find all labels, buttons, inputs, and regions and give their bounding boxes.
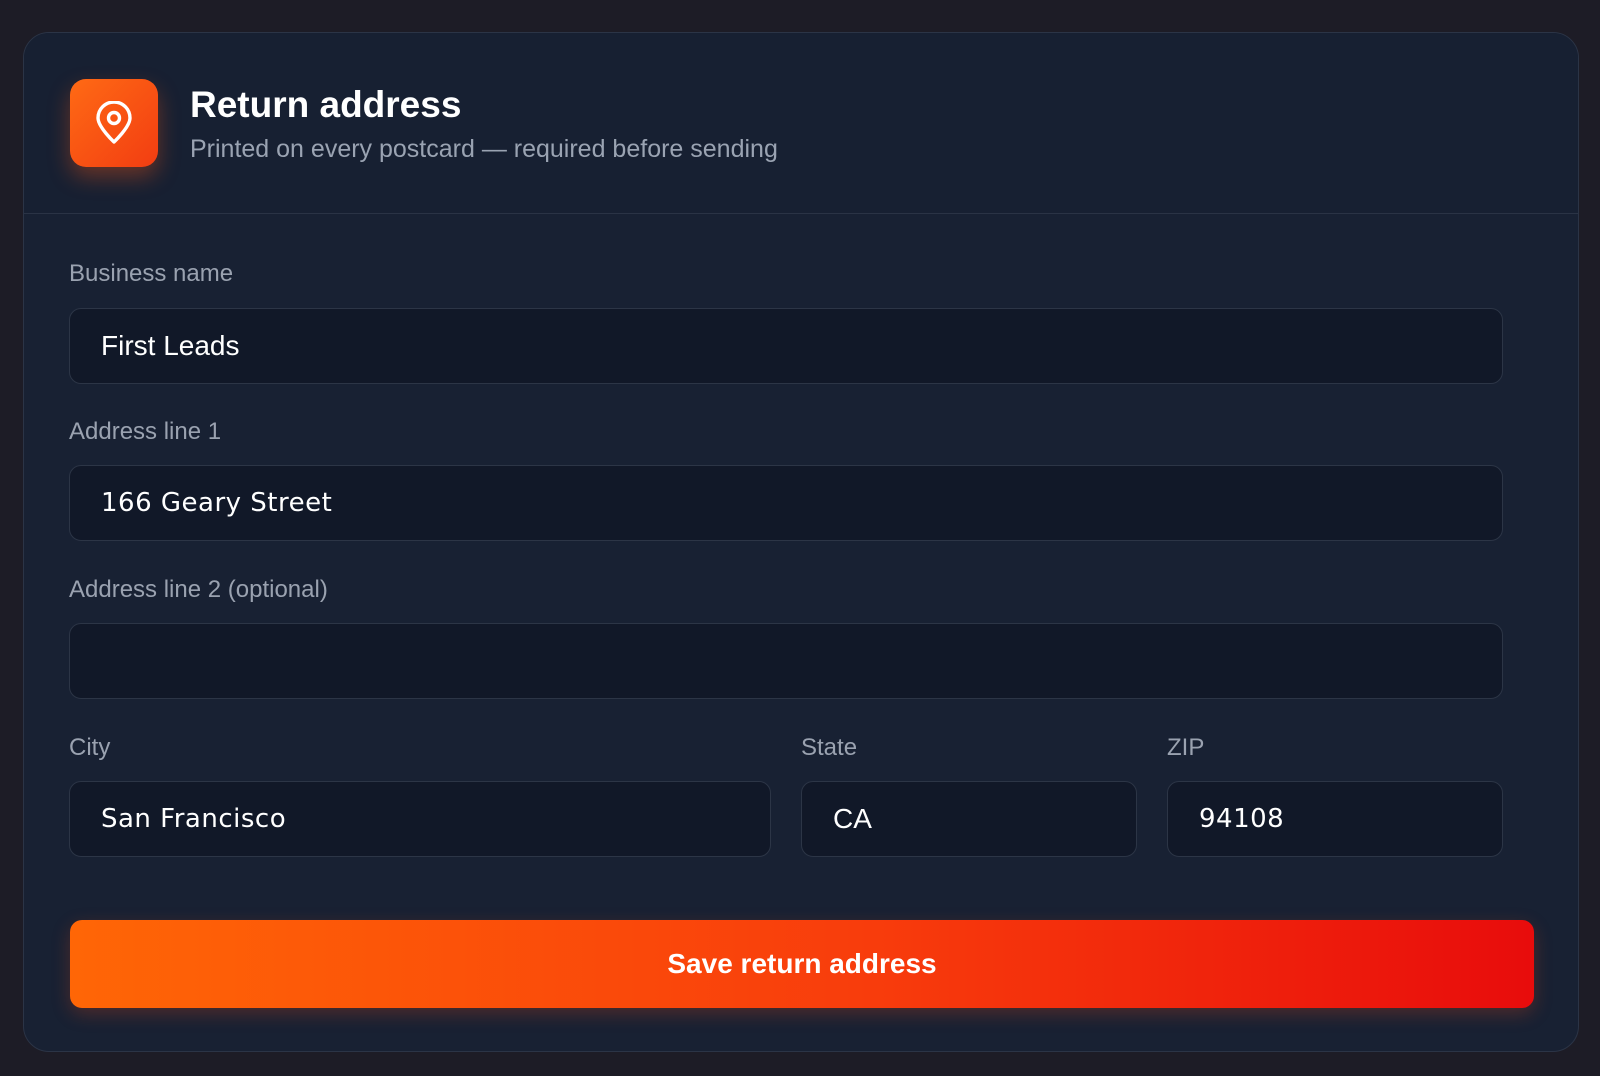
zip-field-box: [1167, 781, 1503, 857]
address-line-2-field-box: [69, 623, 1503, 699]
business-name-field-box: [69, 308, 1503, 384]
map-pin-glyph: [96, 101, 132, 144]
address-line-1-field-box: [69, 465, 1503, 541]
address-line-1-label: Address line 1: [69, 418, 222, 445]
page-subtitle: Printed on every postcard — required bef…: [190, 135, 778, 163]
city-input[interactable]: [70, 782, 770, 856]
city-label: City: [69, 734, 111, 761]
business-name-input[interactable]: [70, 309, 1502, 383]
state-field-box: [801, 781, 1137, 857]
zip-input[interactable]: [1168, 782, 1502, 856]
business-name-label: Business name: [69, 260, 234, 287]
card-header: Return address Printed on every postcard…: [24, 33, 1578, 214]
map-pin-icon: [70, 79, 158, 167]
page-title: Return address: [190, 84, 462, 125]
city-field-box: [69, 781, 771, 857]
address-line-1-input[interactable]: [70, 466, 1502, 540]
state-label: State: [801, 734, 858, 761]
save-return-address-button[interactable]: Save return address: [70, 920, 1534, 1008]
address-line-2-input[interactable]: [70, 624, 1502, 698]
return-address-card: Return address Printed on every postcard…: [23, 32, 1579, 1052]
address-line-2-label: Address line 2 (optional): [69, 576, 328, 603]
zip-label: ZIP: [1167, 734, 1205, 761]
state-input[interactable]: [802, 782, 1136, 856]
